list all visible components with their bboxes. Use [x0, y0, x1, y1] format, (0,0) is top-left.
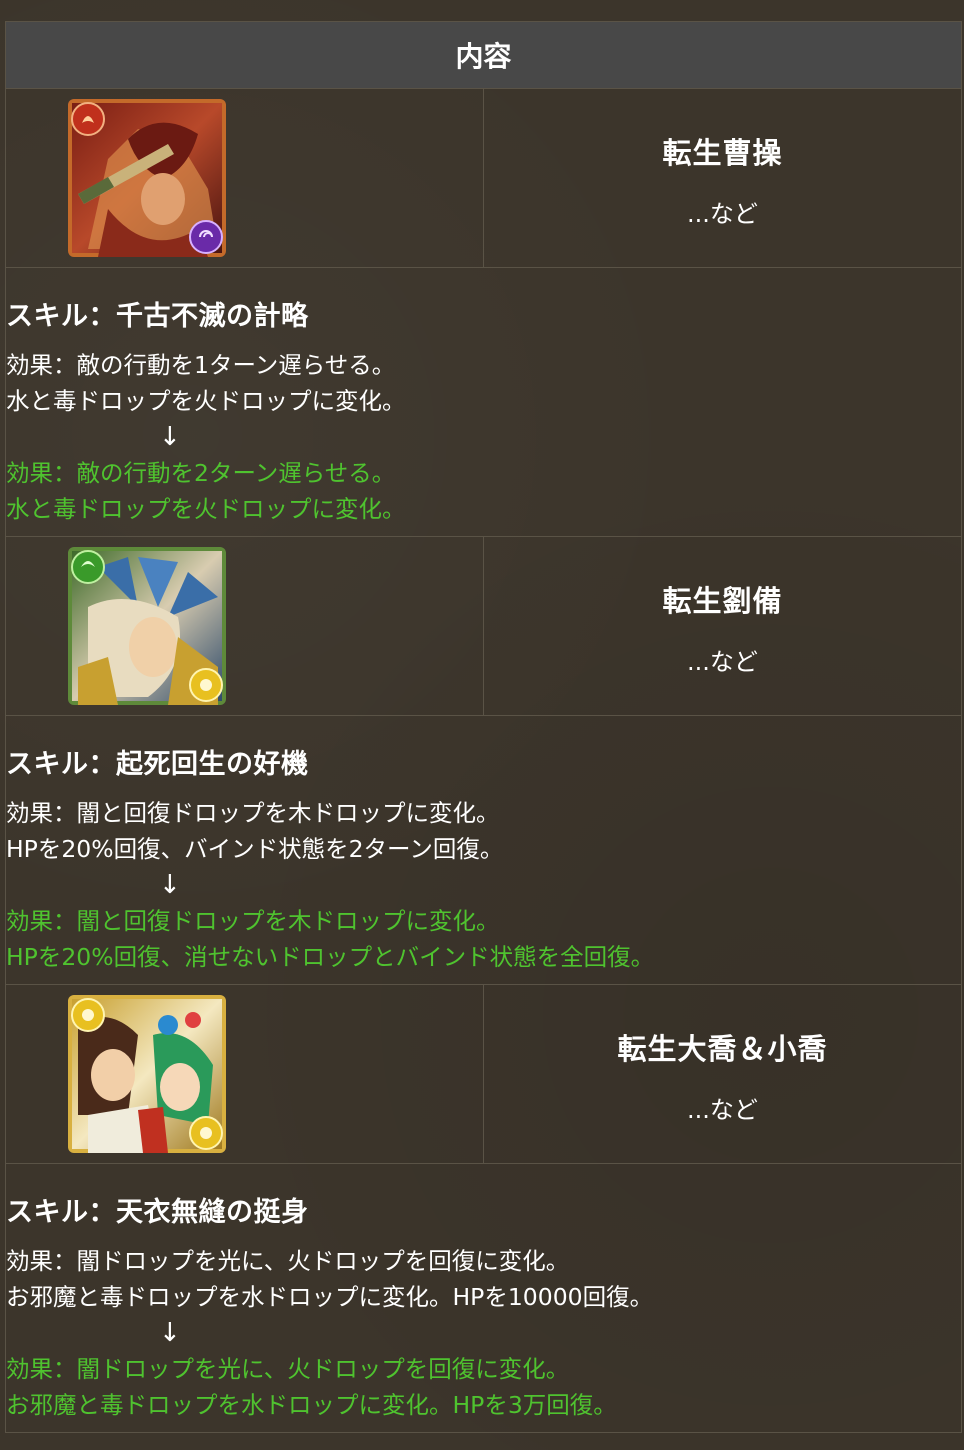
skill-row: スキル：天衣無縫の挺身 効果：闇ドロップを光に、火ドロップを回復に変化。 お邪魔…	[5, 1163, 962, 1433]
monster-row: 転生曹操 ...など	[5, 88, 962, 268]
monster-name[interactable]: 転生大喬＆小喬	[484, 1026, 961, 1068]
skill-description-cell: スキル：天衣無縫の挺身 効果：闇ドロップを光に、火ドロップを回復に変化。 お邪魔…	[5, 1163, 962, 1433]
monster-name[interactable]: 転生劉備	[484, 578, 961, 620]
effect-before-line: 水と毒ドロップを火ドロップに変化。	[6, 387, 406, 415]
monster-row: 転生劉備 ...など	[5, 536, 962, 716]
cao-cao-card-icon[interactable]	[68, 99, 226, 257]
skill-description-cell: スキル：千古不滅の計略 効果：敵の行動を1ターン遅らせる。 水と毒ドロップを火ド…	[5, 267, 962, 537]
monster-icon-cell	[5, 88, 484, 268]
skill-title: スキル：天衣無縫の挺身	[6, 1197, 309, 1228]
skill-change-table: 内容 転生曹操 ...など スキル：千古不滅の計略 効果：敵の行動を1ターン遅ら…	[5, 21, 962, 1433]
effect-after-line: 効果：闇と回復ドロップを木ドロップに変化。	[6, 907, 500, 935]
daqiao-xiaoqiao-card-icon[interactable]	[68, 995, 226, 1153]
page: 内容 転生曹操 ...など スキル：千古不滅の計略 効果：敵の行動を1ターン遅ら…	[0, 0, 964, 1450]
skill-row: スキル：起死回生の好機 効果：闇と回復ドロップを木ドロップに変化。 HPを20%…	[5, 715, 962, 985]
effect-after-line: お邪魔と毒ドロップを水ドロップに変化。HPを3万回復。	[6, 1391, 617, 1419]
etc-label: ...など	[687, 647, 758, 676]
down-arrow-icon: ↓	[159, 1318, 181, 1348]
down-arrow-icon: ↓	[159, 870, 181, 900]
skill-title: スキル：千古不滅の計略	[6, 301, 309, 332]
effect-before-line: お邪魔と毒ドロップを水ドロップに変化。HPを10000回復。	[6, 1283, 654, 1311]
monster-name[interactable]: 転生曹操	[484, 130, 961, 172]
monster-name-cell: 転生曹操 ...など	[483, 88, 962, 268]
effect-after-line: 水と毒ドロップを火ドロップに変化。	[6, 495, 406, 523]
skill-row: スキル：千古不滅の計略 効果：敵の行動を1ターン遅らせる。 水と毒ドロップを火ド…	[5, 267, 962, 537]
monster-icon-cell	[5, 984, 484, 1164]
skill-title: スキル：起死回生の好機	[6, 749, 309, 780]
effect-before-line: 効果：敵の行動を1ターン遅らせる。	[6, 351, 396, 379]
etc-label: ...など	[687, 1095, 758, 1124]
effect-before-line: 効果：闇ドロップを光に、火ドロップを回復に変化。	[6, 1247, 570, 1275]
effect-after-line: 効果：闇ドロップを光に、火ドロップを回復に変化。	[6, 1355, 570, 1383]
liu-bei-card-icon[interactable]	[68, 547, 226, 705]
monster-row: 転生大喬＆小喬 ...など	[5, 984, 962, 1164]
etc-label: ...など	[687, 199, 758, 228]
monster-name-cell: 転生大喬＆小喬 ...など	[483, 984, 962, 1164]
effect-after-line: HPを20%回復、消せないドロップとバインド状態を全回復。	[6, 943, 655, 971]
table-header: 内容	[5, 21, 962, 89]
effect-after-line: 効果：敵の行動を2ターン遅らせる。	[6, 459, 396, 487]
effect-before-line: HPを20%回復、バインド状態を2ターン回復。	[6, 835, 504, 863]
effect-before-line: 効果：闇と回復ドロップを木ドロップに変化。	[6, 799, 500, 827]
monster-name-cell: 転生劉備 ...など	[483, 536, 962, 716]
skill-description-cell: スキル：起死回生の好機 効果：闇と回復ドロップを木ドロップに変化。 HPを20%…	[5, 715, 962, 985]
monster-icon-cell	[5, 536, 484, 716]
down-arrow-icon: ↓	[159, 422, 181, 452]
